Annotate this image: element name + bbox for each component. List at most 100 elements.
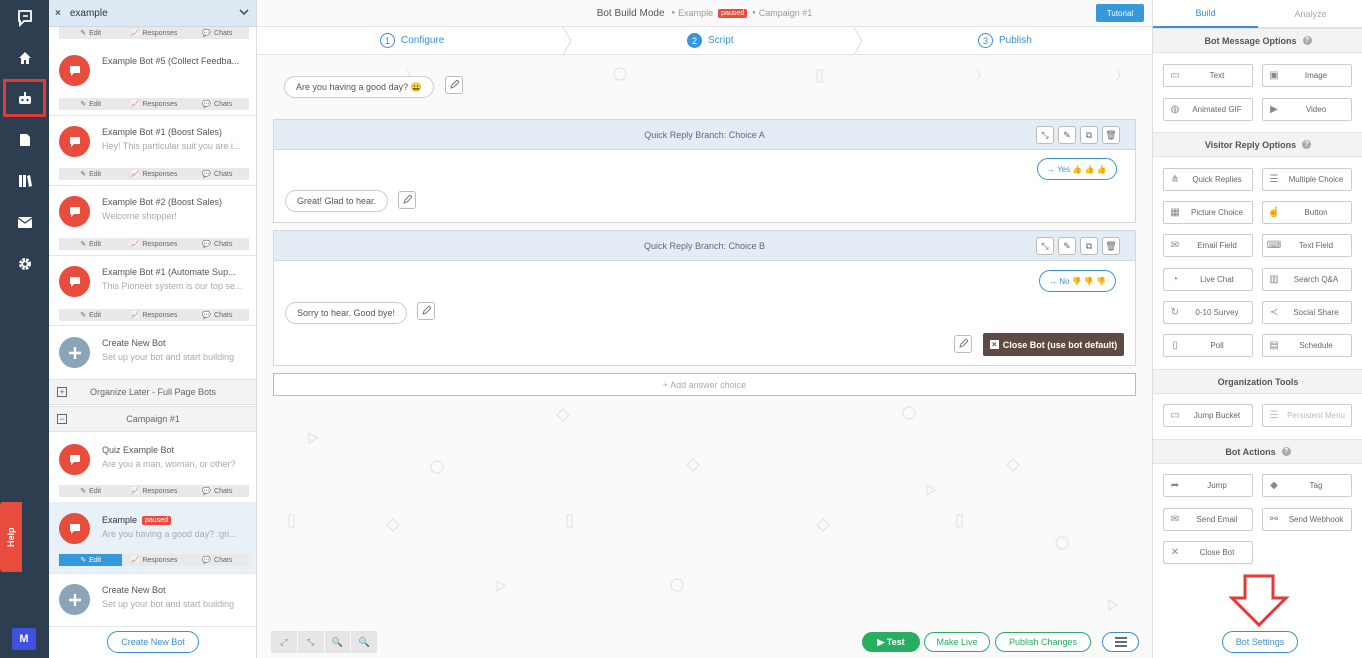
edit-button[interactable]: ✎ Edit <box>59 27 122 39</box>
quick-reply-choice[interactable]: → Yes 👍 👍 👍 <box>1037 158 1117 180</box>
tool-text-field[interactable]: ⌨ Text Field <box>1262 234 1352 257</box>
close-bot-button[interactable]: × Close Bot (use bot default) <box>983 333 1124 356</box>
tool-button[interactable]: ☝ Button <box>1262 201 1352 224</box>
bot-list-item[interactable]: Example Bot #5 (Collect Feedba... <box>49 40 256 98</box>
bot-list-item[interactable]: Example Bot #1 (Automate Sup... This Pio… <box>49 251 256 309</box>
quick-reply-choice[interactable]: → No 👎 👎 👎 <box>1039 270 1116 292</box>
chats-button[interactable]: 💬 Chats <box>186 168 249 180</box>
zoom-out-icon[interactable]: 🔍 <box>351 631 377 653</box>
trash-icon[interactable]: 🗑 <box>1102 237 1120 255</box>
library-icon[interactable] <box>4 163 45 199</box>
edit-icon[interactable] <box>417 302 435 320</box>
bot-icon[interactable] <box>3 79 46 117</box>
search-input[interactable]: example <box>70 8 108 19</box>
create-new-bot-item[interactable]: Create New Bot Set up your bot and start… <box>49 569 256 627</box>
edit-icon[interactable]: ✎ <box>1058 126 1076 144</box>
clear-search-icon[interactable]: × <box>55 8 61 19</box>
tool-jump[interactable]: ➦ Jump <box>1163 474 1253 497</box>
chevron-down-icon[interactable] <box>239 6 249 20</box>
test-button[interactable]: ▶ Test <box>862 632 920 652</box>
chats-button[interactable]: 💬 Chats <box>186 238 249 250</box>
document-icon[interactable] <box>4 122 45 158</box>
collapse-icon[interactable]: ⤡ <box>297 631 324 653</box>
tab-analyze[interactable]: Analyze <box>1258 0 1362 28</box>
step-publish[interactable]: 3 Publish <box>978 33 1032 48</box>
responses-button[interactable]: 📈 Responses <box>122 238 185 250</box>
collapse-icon[interactable]: − <box>57 414 67 424</box>
step-script[interactable]: 2 Script <box>687 33 734 48</box>
tool-social-share[interactable]: ≺ Social Share <box>1262 301 1352 324</box>
bot-message-bubble[interactable]: Are you having a good day? 😀 <box>284 76 434 98</box>
edit-button[interactable]: ✎ Edit <box>59 238 122 250</box>
expand-icon[interactable]: ⤢ <box>271 631 297 653</box>
tool-video[interactable]: ▶ Video <box>1262 98 1352 121</box>
expand-icon[interactable]: + <box>57 387 67 397</box>
chats-button[interactable]: 💬 Chats <box>186 554 249 566</box>
responses-button[interactable]: 📈 Responses <box>122 485 185 497</box>
help-icon[interactable]: ? <box>1281 447 1291 456</box>
gear-icon[interactable] <box>4 246 45 282</box>
tool-jump-bucket[interactable]: ▭ Jump Bucket <box>1163 404 1253 427</box>
collapse-icon[interactable]: ⤡ <box>1036 126 1054 144</box>
tool-survey[interactable]: ↻ 0-10 Survey <box>1163 301 1253 324</box>
edit-button[interactable]: ✎ Edit <box>59 168 122 180</box>
tool-search-qa[interactable]: ▥ Search Q&A <box>1262 268 1352 291</box>
responses-button[interactable]: 📈 Responses <box>122 168 185 180</box>
mail-icon[interactable] <box>4 204 45 240</box>
edit-button[interactable]: ✎ Edit <box>59 309 122 321</box>
add-answer-choice[interactable]: + Add answer choice <box>273 373 1136 396</box>
edit-button[interactable]: ✎ Edit <box>59 98 122 110</box>
bot-message-bubble[interactable]: Great! Glad to hear. <box>285 190 389 212</box>
tool-email-field[interactable]: ✉ Email Field <box>1163 234 1253 257</box>
copy-icon[interactable]: ⧉ <box>1080 237 1098 255</box>
responses-button[interactable]: 📈 Responses <box>122 27 185 39</box>
bot-message-bubble[interactable]: Sorry to hear. Good bye! <box>285 302 408 324</box>
create-new-bot-button[interactable]: Create New Bot <box>107 631 199 653</box>
tool-close-bot[interactable]: ✕ Close Bot <box>1163 541 1253 564</box>
tool-quick-replies[interactable]: ⋔ Quick Replies <box>1163 168 1253 191</box>
bot-settings-button[interactable]: Bot Settings <box>1222 631 1298 653</box>
tool-schedule[interactable]: ▤ Schedule <box>1262 334 1352 357</box>
edit-button[interactable]: ✎ Edit <box>59 485 122 497</box>
bot-list-item[interactable]: Example Bot #1 (Boost Sales) Hey! This p… <box>49 111 256 169</box>
publish-changes-button[interactable]: Publish Changes <box>995 632 1091 652</box>
search-bar[interactable]: × example <box>49 0 256 27</box>
tool-poll[interactable]: ▯ Poll <box>1163 334 1253 357</box>
create-new-bot-item[interactable]: Create New Bot Set up your bot and start… <box>49 322 256 380</box>
responses-button[interactable]: 📈 Responses <box>122 554 185 566</box>
group-organize-later[interactable]: + Organize Later - Full Page Bots <box>49 379 256 405</box>
collapse-icon[interactable]: ⤡ <box>1036 237 1054 255</box>
tool-tag[interactable]: ◆ Tag <box>1262 474 1352 497</box>
bot-list-item[interactable]: Example Bot #2 (Boost Sales) Welcome sho… <box>49 181 256 239</box>
chats-button[interactable]: 💬 Chats <box>186 98 249 110</box>
tool-send-webhook[interactable]: ⚯ Send Webhook <box>1262 508 1352 531</box>
edit-icon[interactable] <box>445 76 463 94</box>
chats-button[interactable]: 💬 Chats <box>186 485 249 497</box>
trash-icon[interactable]: 🗑 <box>1102 126 1120 144</box>
home-icon[interactable] <box>4 40 45 76</box>
menu-icon[interactable] <box>1102 632 1139 652</box>
tool-picture-choice[interactable]: ▦ Picture Choice <box>1163 201 1253 224</box>
tab-build[interactable]: Build <box>1153 0 1258 28</box>
help-icon[interactable]: ? <box>1302 140 1312 149</box>
help-icon[interactable]: ? <box>1302 36 1312 45</box>
tool-multiple-choice[interactable]: ☰ Multiple Choice <box>1262 168 1352 191</box>
chats-button[interactable]: 💬 Chats <box>186 27 249 39</box>
chats-button[interactable]: 💬 Chats <box>186 309 249 321</box>
tool-send-email[interactable]: ✉ Send Email <box>1163 508 1253 531</box>
make-live-button[interactable]: Make Live <box>924 632 990 652</box>
logo-icon[interactable] <box>4 0 45 36</box>
tool-animated-gif[interactable]: ◍ Animated GIF <box>1163 98 1253 121</box>
tool-live-chat[interactable]: ◔ Live Chat <box>1163 268 1253 291</box>
help-tab[interactable]: Help <box>0 502 22 572</box>
step-configure[interactable]: 1 Configure <box>380 33 444 48</box>
bot-list-item[interactable]: Quiz Example Bot Are you a man, woman, o… <box>49 429 256 487</box>
edit-icon[interactable] <box>398 191 416 209</box>
responses-button[interactable]: 📈 Responses <box>122 309 185 321</box>
tool-text[interactable]: ▭ Text <box>1163 64 1253 87</box>
edit-icon[interactable] <box>954 335 972 353</box>
avatar[interactable]: M <box>12 628 36 650</box>
edit-icon[interactable]: ✎ <box>1058 237 1076 255</box>
zoom-in-icon[interactable]: 🔍 <box>324 631 351 653</box>
copy-icon[interactable]: ⧉ <box>1080 126 1098 144</box>
